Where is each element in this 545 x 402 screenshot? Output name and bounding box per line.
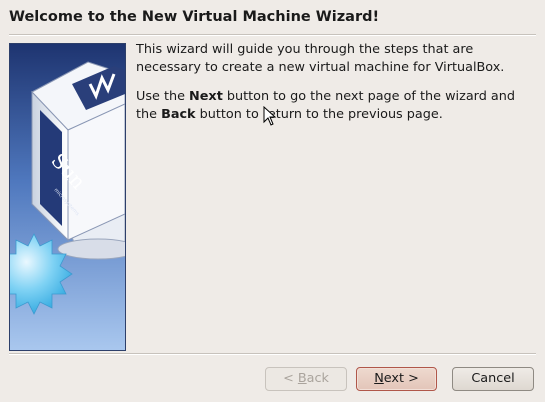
mouse-pointer-icon: [263, 106, 277, 126]
nav-back-word: Back: [161, 107, 196, 122]
wizard-intro-text: This wizard will guide you through the s…: [136, 42, 505, 75]
nav-text-part-3: button to return to the previous page.: [195, 107, 443, 122]
wizard-navigation-text: Use the Next button to go the next page …: [136, 88, 531, 124]
next-label-rest: ext >: [383, 371, 419, 386]
title-divider: [9, 34, 536, 36]
back-button[interactable]: < Back: [265, 367, 347, 391]
back-mnemonic: B: [297, 371, 307, 386]
button-divider: [9, 353, 536, 355]
nav-text-part-1: Use the: [136, 89, 190, 104]
wizard-content: This wizard will guide you through the s…: [136, 41, 531, 135]
cancel-button[interactable]: Cancel: [452, 367, 534, 391]
back-prefix: <: [283, 371, 298, 386]
next-mnemonic: N: [374, 371, 384, 386]
nav-next-word: Next: [189, 89, 223, 104]
wizard-title: Welcome to the New Virtual Machine Wizar…: [9, 9, 380, 25]
next-button[interactable]: Next >: [356, 367, 437, 391]
virtualbox-wizard-image: Sun microsystems: [9, 43, 126, 351]
back-label-rest: ack: [306, 371, 329, 386]
